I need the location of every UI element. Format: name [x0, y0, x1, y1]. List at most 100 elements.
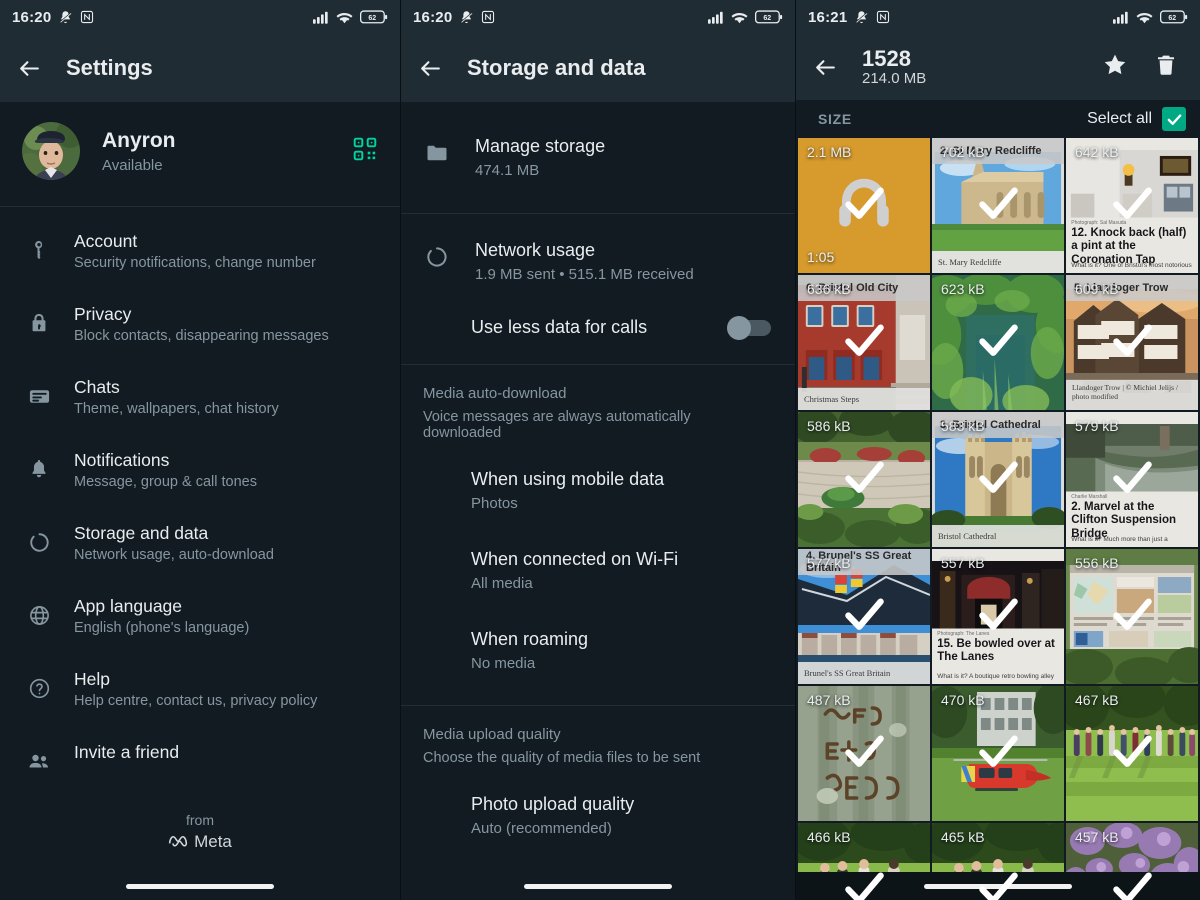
sidebar-item-invite-a-friend[interactable]: Invite a friend — [0, 730, 400, 803]
back-arrow-icon[interactable] — [14, 53, 44, 83]
media-tile-photo[interactable]: 467 kB — [1066, 686, 1198, 821]
sidebar-item-account[interactable]: Account Security notifications, change n… — [0, 219, 400, 292]
avatar[interactable] — [22, 122, 80, 180]
media-tile-photo[interactable]: 556 kB — [1066, 549, 1198, 684]
media-tile-photo[interactable]: 3. Bristol Cathedral Bristol Cathedral 5… — [932, 412, 1064, 547]
media-size: 577 kB — [807, 555, 851, 571]
media-size: 557 kB — [941, 555, 985, 571]
profile-row[interactable]: Anyron Available — [0, 102, 400, 207]
media-tile-article[interactable]: Photograph: The Lanes 15. Be bowled over… — [932, 549, 1064, 684]
use-less-data-row[interactable]: Use less data for calls — [401, 303, 795, 358]
photo-upload-quality-item[interactable]: Photo upload quality Auto (recommended) — [401, 770, 795, 852]
meta-footer: from Meta — [0, 812, 400, 852]
section-desc: Voice messages are always automatically … — [423, 409, 771, 441]
media-size: 487 kB — [807, 692, 851, 708]
selected-check-icon — [1107, 452, 1157, 507]
media-tile-photo[interactable]: 470 kB — [932, 686, 1064, 821]
signal-icon — [708, 11, 724, 24]
media-tile-photo[interactable]: 487 kB — [798, 686, 930, 821]
chat-icon — [26, 377, 52, 408]
sidebar-item-privacy[interactable]: Privacy Block contacts, disappearing mes… — [0, 292, 400, 365]
section-title: Media upload quality — [423, 726, 771, 743]
status-bar-left: 16:21 — [808, 9, 890, 26]
media-size: 623 kB — [941, 281, 985, 297]
storage-text: Manage storage 474.1 MB — [475, 136, 605, 179]
auto-download-wifi[interactable]: When connected on Wi-Fi All media — [401, 527, 795, 607]
sidebar-item-chats[interactable]: Chats Theme, wallpapers, chat history — [0, 365, 400, 438]
meta-label: Meta — [194, 832, 232, 852]
article-body: What is it? Much more than just a — [1071, 536, 1192, 543]
media-tile-photo[interactable]: 4. Brunel's SS Great Britain Brunel's SS… — [798, 549, 930, 684]
signal-icon — [1113, 11, 1129, 24]
setting-sub: Block contacts, disappearing messages — [74, 328, 329, 344]
star-icon[interactable] — [1102, 52, 1128, 83]
setting-text: Notifications Message, group & call tone… — [74, 450, 257, 490]
setting-sub: Network usage, auto-download — [74, 547, 274, 563]
media-tile-audio[interactable]: 2.1 MB 1:05 — [798, 138, 930, 273]
selected-check-icon — [973, 452, 1023, 507]
media-duration: 1:05 — [807, 249, 834, 265]
section-desc: Choose the quality of media files to be … — [423, 750, 771, 766]
sub-value: No media — [471, 655, 771, 672]
wifi-icon — [731, 11, 748, 24]
use-less-data-toggle[interactable] — [729, 320, 771, 336]
storage-title: Manage storage — [475, 136, 605, 157]
media-tile-article[interactable]: Photograph: Sal Masuda 12. Knock back (h… — [1066, 138, 1198, 273]
select-all-checkbox[interactable] — [1162, 107, 1186, 131]
media-gallery-panel: 16:21 — [795, 0, 1200, 900]
nfc-icon — [80, 10, 94, 24]
setting-title: Help — [74, 669, 317, 690]
setting-title: Account — [74, 231, 316, 252]
auto-download-mobile-data[interactable]: When using mobile data Photos — [401, 445, 795, 527]
android-nav-bar — [0, 872, 400, 900]
auto-download-roaming[interactable]: When roaming No media — [401, 607, 795, 687]
media-size: 556 kB — [1075, 555, 1119, 571]
setting-text: Help Help centre, contact us, privacy po… — [74, 669, 317, 709]
sidebar-item-notifications[interactable]: Notifications Message, group & call tone… — [0, 438, 400, 511]
manage-storage-item[interactable]: Manage storage 474.1 MB — [401, 116, 795, 199]
nav-home-pill[interactable] — [126, 884, 274, 889]
page-title: Settings — [66, 55, 153, 81]
media-tile-photo[interactable]: 5. Llandoger Trow Llandoger Trow | © Mic… — [1066, 275, 1198, 410]
trash-icon[interactable] — [1154, 53, 1178, 82]
setting-text: Storage and data Network usage, auto-dow… — [74, 523, 274, 563]
media-size: 642 kB — [1075, 144, 1119, 160]
storage-and-data-panel: 16:20 — [400, 0, 795, 900]
use-less-data-label: Use less data for calls — [471, 317, 647, 338]
settings-appbar: Settings — [0, 34, 400, 102]
bell-muted-icon — [58, 10, 73, 25]
selected-check-icon — [973, 726, 1023, 781]
sidebar-item-app-language[interactable]: App language English (phone's language) — [0, 584, 400, 657]
status-bar-left: 16:20 — [12, 9, 94, 26]
setting-title: Invite a friend — [74, 742, 179, 763]
help-icon — [26, 669, 52, 700]
sub-title: When using mobile data — [471, 469, 771, 490]
media-tile-photo[interactable]: 6. Bristol Old City Christmas Steps 636 … — [798, 275, 930, 410]
media-tile-photo[interactable]: 623 kB — [932, 275, 1064, 410]
media-tile-article[interactable]: Charlie Marshall 2. Marvel at the Clifto… — [1066, 412, 1198, 547]
network-usage-item[interactable]: Network usage 1.9 MB sent • 515.1 MB rec… — [401, 214, 795, 303]
sub-title: Photo upload quality — [471, 794, 771, 815]
setting-sub: Message, group & call tones — [74, 474, 257, 490]
media-tile-photo[interactable]: 586 kB — [798, 412, 930, 547]
media-tile-photo[interactable]: 2. St Mary Redcliffe St. Mary Redcliffe … — [932, 138, 1064, 273]
back-arrow-icon[interactable] — [810, 52, 840, 82]
back-arrow-icon[interactable] — [415, 53, 445, 83]
sidebar-item-storage-and-data[interactable]: Storage and data Network usage, auto-dow… — [0, 511, 400, 584]
sidebar-item-help[interactable]: Help Help centre, contact us, privacy po… — [0, 657, 400, 730]
gallery-appbar: 1528 214.0 MB — [796, 34, 1200, 100]
globe-icon — [26, 596, 52, 627]
nav-home-pill[interactable] — [524, 884, 672, 889]
selected-check-icon — [973, 178, 1023, 233]
sub-title: When roaming — [471, 629, 771, 650]
status-time: 16:20 — [413, 9, 452, 26]
from-label: from — [186, 812, 214, 828]
setting-text: Chats Theme, wallpapers, chat history — [74, 377, 279, 417]
sub-value: Photos — [471, 495, 771, 512]
selection-size: 214.0 MB — [862, 71, 926, 88]
folder-icon — [423, 136, 451, 165]
setting-sub: Security notifications, change number — [74, 255, 316, 271]
select-all-control[interactable]: Select all — [1087, 107, 1186, 131]
profile-name: Anyron — [102, 129, 176, 153]
qr-code-icon[interactable] — [352, 136, 378, 167]
